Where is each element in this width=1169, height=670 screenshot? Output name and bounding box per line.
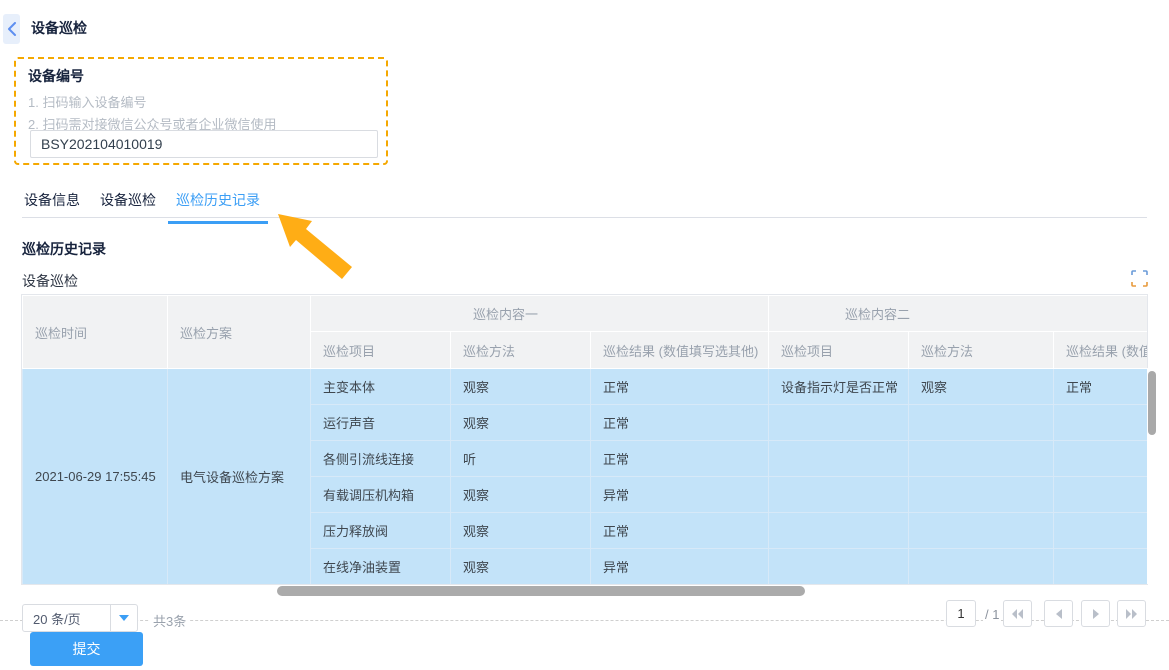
cell-c1-result: 正常 xyxy=(591,369,769,405)
table-scroll-viewport: 巡检时间 巡检方案 巡检内容一 巡检内容二 巡检项目 巡检方法 巡检结果 (数值… xyxy=(22,295,1147,584)
double-chevron-left-icon xyxy=(1011,609,1024,619)
col-header-item-2: 巡检项目 xyxy=(769,332,909,369)
device-inspection-page: 设备巡检 设备编号 1. 扫码输入设备编号 2. 扫码需对接微信公众号或者企业微… xyxy=(0,0,1169,670)
cell-c2-item: 设备指示灯是否正常 xyxy=(769,369,909,405)
device-number-label: 设备编号 xyxy=(28,66,84,86)
previous-page-button[interactable] xyxy=(1044,600,1073,627)
device-hint-1: 1. 扫码输入设备编号 xyxy=(28,92,146,111)
cell-c2-result xyxy=(1054,441,1148,477)
cell-c1-method: 观察 xyxy=(451,405,591,441)
page-total-label: / 1 xyxy=(983,607,1001,622)
tab-device-inspection[interactable]: 设备巡检 xyxy=(92,188,164,224)
cell-c1-result: 正常 xyxy=(591,513,769,549)
cell-c1-result: 异常 xyxy=(591,549,769,585)
cell-c1-result: 正常 xyxy=(591,441,769,477)
cell-c1-result: 异常 xyxy=(591,477,769,513)
section-subheading: 设备巡检 xyxy=(22,271,78,291)
submit-button[interactable]: 提交 xyxy=(30,632,143,666)
cell-c2-item xyxy=(769,549,909,585)
col-header-item-1: 巡检项目 xyxy=(311,332,451,369)
cell-c1-method: 观察 xyxy=(451,549,591,585)
back-button[interactable] xyxy=(3,14,20,44)
cell-c1-item: 有载调压机构箱 xyxy=(311,477,451,513)
cell-c2-method xyxy=(909,405,1054,441)
cell-c1-method: 观察 xyxy=(451,369,591,405)
tab-bar: 设备信息 设备巡检 巡检历史记录 xyxy=(0,188,1169,224)
vertical-scrollbar-thumb[interactable] xyxy=(1148,371,1156,435)
cell-c2-item xyxy=(769,513,909,549)
cell-c2-result xyxy=(1054,549,1148,585)
cell-time: 2021-06-29 17:55:45 xyxy=(23,369,168,585)
cell-c1-item: 压力释放阀 xyxy=(311,513,451,549)
cell-c1-item: 在线净油装置 xyxy=(311,549,451,585)
chevron-right-icon xyxy=(1092,609,1100,619)
double-chevron-right-icon xyxy=(1125,609,1138,619)
horizontal-scrollbar-track xyxy=(22,585,1147,597)
cell-plan: 电气设备巡检方案 xyxy=(168,369,311,585)
device-number-panel: 设备编号 1. 扫码输入设备编号 2. 扫码需对接微信公众号或者企业微信使用 xyxy=(14,57,388,165)
total-count-label: 共3条 xyxy=(150,611,189,630)
next-page-button[interactable] xyxy=(1081,600,1110,627)
cell-c2-method xyxy=(909,477,1054,513)
cell-c1-method: 听 xyxy=(451,441,591,477)
group-header-content1: 巡检内容一 xyxy=(311,296,769,332)
inspection-history-table-area: 巡检时间 巡检方案 巡检内容一 巡检内容二 巡检项目 巡检方法 巡检结果 (数值… xyxy=(22,295,1157,597)
page-size-dropdown-button[interactable] xyxy=(110,605,137,631)
cell-c1-method: 观察 xyxy=(451,477,591,513)
cell-c1-result: 正常 xyxy=(591,405,769,441)
cell-c2-item xyxy=(769,405,909,441)
group-header-content2: 巡检内容二 xyxy=(769,296,1148,332)
horizontal-scrollbar-thumb[interactable] xyxy=(277,586,805,596)
vertical-scrollbar-track xyxy=(1147,368,1157,584)
caret-down-icon xyxy=(119,615,129,621)
col-header-time: 巡检时间 xyxy=(23,296,168,369)
col-header-result-2: 巡检结果 (数值填写选其他) xyxy=(1054,332,1148,369)
table-group-header-row: 巡检时间 巡检方案 巡检内容一 巡检内容二 xyxy=(23,296,1148,332)
cell-c2-method xyxy=(909,513,1054,549)
device-number-input[interactable] xyxy=(30,130,378,158)
cell-c1-item: 主变本体 xyxy=(311,369,451,405)
cell-c2-item xyxy=(769,477,909,513)
col-header-method-2: 巡检方法 xyxy=(909,332,1054,369)
fullscreen-icon[interactable] xyxy=(1131,270,1148,287)
cell-c2-result xyxy=(1054,477,1148,513)
tab-inspection-history[interactable]: 巡检历史记录 xyxy=(168,188,268,224)
section-heading: 巡检历史记录 xyxy=(22,239,106,259)
inspection-table-body: 2021-06-29 17:55:45电气设备巡检方案主变本体观察正常设备指示灯… xyxy=(23,369,1148,585)
col-header-method-1: 巡检方法 xyxy=(451,332,591,369)
page-number-input[interactable] xyxy=(946,600,976,627)
cell-c2-result: 正常 xyxy=(1054,369,1148,405)
cell-c1-item: 运行声音 xyxy=(311,405,451,441)
cell-c2-result xyxy=(1054,513,1148,549)
cell-c1-method: 观察 xyxy=(451,513,591,549)
cell-c1-item: 各侧引流线连接 xyxy=(311,441,451,477)
page-size-value: 20 条/页 xyxy=(23,609,110,628)
tab-device-info[interactable]: 设备信息 xyxy=(16,188,88,224)
cell-c2-item xyxy=(769,441,909,477)
cell-c2-method: 观察 xyxy=(909,369,1054,405)
table-row: 2021-06-29 17:55:45电气设备巡检方案主变本体观察正常设备指示灯… xyxy=(23,369,1148,405)
cell-c2-method xyxy=(909,441,1054,477)
chevron-left-icon xyxy=(7,22,17,36)
page-title: 设备巡检 xyxy=(31,18,87,38)
cell-c2-method xyxy=(909,549,1054,585)
cell-c2-result xyxy=(1054,405,1148,441)
page-size-select[interactable]: 20 条/页 xyxy=(22,604,138,632)
col-header-plan: 巡检方案 xyxy=(168,296,311,369)
inspection-history-table: 巡检时间 巡检方案 巡检内容一 巡检内容二 巡检项目 巡检方法 巡检结果 (数值… xyxy=(22,295,1147,584)
col-header-result-1: 巡检结果 (数值填写选其他) xyxy=(591,332,769,369)
last-page-button[interactable] xyxy=(1117,600,1146,627)
chevron-left-icon xyxy=(1055,609,1063,619)
tabs-divider xyxy=(22,217,1147,218)
first-page-button[interactable] xyxy=(1003,600,1032,627)
